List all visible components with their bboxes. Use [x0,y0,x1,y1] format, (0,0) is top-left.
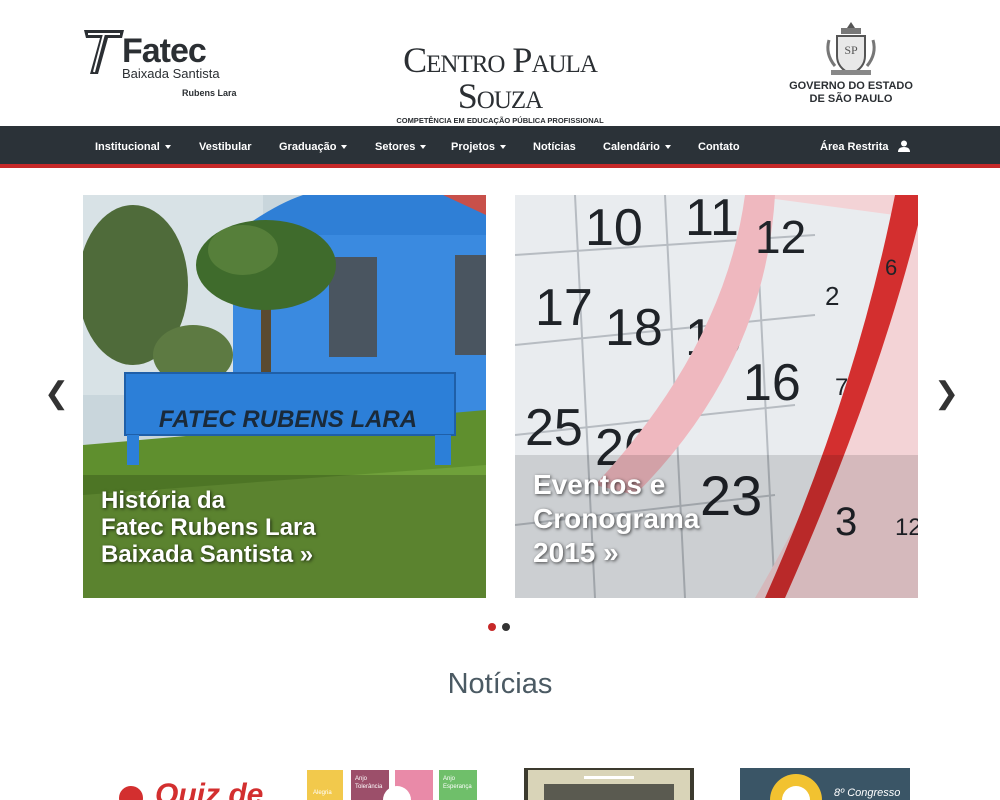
slide-caption[interactable]: História da Fatec Rubens Lara Baixada Sa… [101,487,421,568]
news-image: 8º Congresso [740,768,910,800]
caption-line: História da [101,487,226,514]
svg-text:17: 17 [535,279,593,337]
site-header: Fatec Baixada Santista Rubens Lara Centr… [0,0,1000,126]
nav-label: Área Restrita [820,141,889,153]
slide-caption[interactable]: Eventos e Cronograma 2015 » [533,468,793,570]
carousel-indicators [488,618,516,631]
nav-label: Setores [375,141,416,153]
fatec-unit: Rubens Lara [182,88,237,98]
svg-text:SP: SP [844,43,858,57]
caption-line: Fatec Rubens Lara [101,514,316,541]
caret-down-icon [341,145,348,150]
svg-text:7: 7 [835,374,848,401]
sign-text: FATEC RUBENS LARA [159,406,417,433]
carousel-slide-history[interactable]: FATEC RUBENS LARA História da Fatec Rube… [83,195,486,598]
nav-label: Calendário [603,141,660,153]
caret-down-icon [420,145,427,150]
svg-text:6: 6 [885,255,897,280]
thumb-label: Alegria [313,790,332,796]
gov-line1: GOVERNO DO ESTADO [789,80,913,92]
fatec-subtitle: Baixada Santista [122,66,220,81]
svg-text:11: 11 [685,195,739,247]
news-thumb-quiz[interactable]: Quiz de [105,768,275,800]
user-icon [897,140,910,153]
news-thumb-congresso[interactable]: 8º Congresso [740,768,910,800]
svg-text:16: 16 [743,354,801,412]
carousel-next-button[interactable]: ❯ [934,374,959,414]
caption-line: 2015 » [533,537,619,568]
thumb-label: Anjo [443,776,456,782]
nav-setores[interactable]: Setores [375,126,427,168]
news-image: Quiz de [105,768,275,800]
nav-label: Projetos [451,141,496,153]
nav-label: Vestibular [199,141,252,153]
nav-graduacao[interactable]: Graduação [279,126,348,168]
nav-label: Notícias [533,141,576,153]
nav-institucional[interactable]: Institucional [95,126,171,168]
gov-line2: DE SÃO PAULO [809,93,893,105]
governo-sp-logo[interactable]: SP GOVERNO DO ESTADO DE SÃO PAULO [783,20,919,110]
svg-text:2: 2 [825,281,839,311]
carousel-slide-events[interactable]: 10 11 17 18 19 25 26 12 16 23 3 2 6 7 12 [515,195,918,598]
main-navbar: Institucional Vestibular Graduação Setor… [0,126,1000,168]
carousel-prev-button[interactable]: ❮ [44,374,69,414]
fatec-mark-icon [84,30,124,74]
caption-line: Baixada Santista » [101,541,314,568]
news-section-title: Notícias [447,668,553,700]
cps-name: Centro Paula Souza [403,40,598,116]
carousel-dot-1[interactable] [488,623,496,631]
nav-label: Graduação [279,141,337,153]
nav-calendario[interactable]: Calendário [603,126,671,168]
svg-text:25: 25 [525,399,583,457]
nav-noticias[interactable]: Notícias [533,126,576,168]
nav-label: Contato [698,141,740,153]
svg-text:12: 12 [755,211,806,263]
gov-text: GOVERNO DO ESTADO DE SÃO PAULO [783,80,919,106]
svg-text:18: 18 [605,299,663,357]
svg-text:10: 10 [585,199,643,257]
thumb-label: Anjo [355,776,368,782]
centro-paula-souza-logo[interactable]: Centro Paula Souza COMPETÊNCIA EM EDUCAÇ… [380,42,620,125]
news-image: Alegria Anjo Tolerância Anjo Esperança [307,768,477,800]
nav-contato[interactable]: Contato [698,126,740,168]
sp-coat-of-arms-icon: SP [826,22,876,76]
nav-area-restrita[interactable]: Área Restrita [820,126,910,168]
caption-line: Cronograma [533,503,700,534]
nav-label: Institucional [95,141,160,153]
news-thumb-text: 8º Congresso [834,787,900,799]
hero-carousel: ❮ FATEC RUBENS LARA História da Fatec Ru… [0,172,1000,637]
fatec-logo[interactable]: Fatec Baixada Santista Rubens Lara [82,26,242,102]
nav-projetos[interactable]: Projetos [451,126,507,168]
news-thumb-classroom[interactable] [524,768,694,800]
carousel-dot-2[interactable] [502,623,510,631]
news-thumb-text: Quiz de [155,778,263,800]
cps-tagline: COMPETÊNCIA EM EDUCAÇÃO PÚBLICA PROFISSI… [396,116,604,125]
caret-down-icon [500,145,507,150]
caret-down-icon [664,145,671,150]
caret-down-icon [164,145,171,150]
caption-line: Eventos e [533,469,666,500]
thumb-label: Tolerância [355,784,383,790]
news-image [524,768,694,800]
news-thumb-anjos[interactable]: Alegria Anjo Tolerância Anjo Esperança [307,768,477,800]
thumb-label: Esperança [443,784,472,790]
nav-vestibular[interactable]: Vestibular [199,126,252,168]
